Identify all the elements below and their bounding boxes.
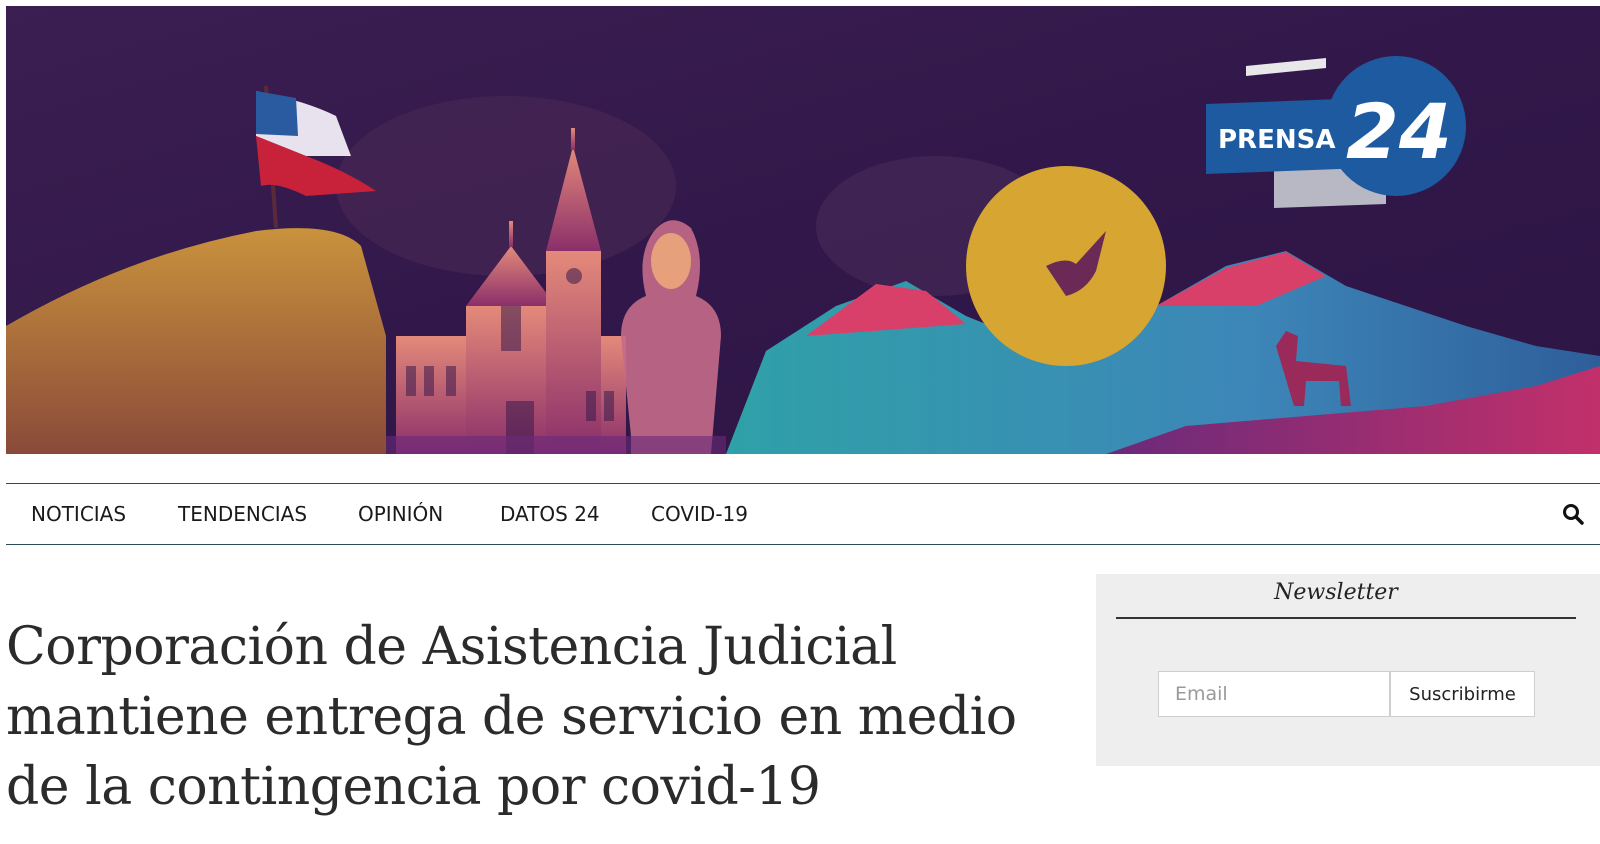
nav-item-tendencias[interactable]: TENDENCIAS [178, 484, 307, 544]
nav-item-opinion[interactable]: OPINIÓN [358, 484, 443, 544]
nav-item-covid19[interactable]: COVID-19 [651, 484, 748, 544]
newsletter-title: Newsletter [1274, 580, 1398, 605]
nav-item-datos24[interactable]: DATOS 24 [500, 484, 600, 544]
article-headline: Corporación de Asistencia Judicial manti… [6, 617, 1017, 817]
subscribe-button[interactable]: Suscribirme [1390, 671, 1535, 717]
nav-item-noticias[interactable]: NOTICIAS [31, 484, 126, 544]
svg-text:PRENSA: PRENSA [1218, 125, 1335, 155]
email-field[interactable] [1158, 671, 1390, 717]
search-icon[interactable] [1562, 503, 1584, 525]
main-nav: NOTICIAS TENDENCIAS OPINIÓN DATOS 24 COV… [6, 483, 1600, 545]
banner-illustration: PRENSA 24 [6, 6, 1600, 454]
svg-text:24: 24 [1346, 87, 1452, 176]
newsletter-divider [1116, 617, 1576, 619]
header-banner[interactable]: PRENSA 24 [6, 6, 1600, 454]
newsletter-widget: Newsletter Suscribirme [1096, 574, 1600, 766]
